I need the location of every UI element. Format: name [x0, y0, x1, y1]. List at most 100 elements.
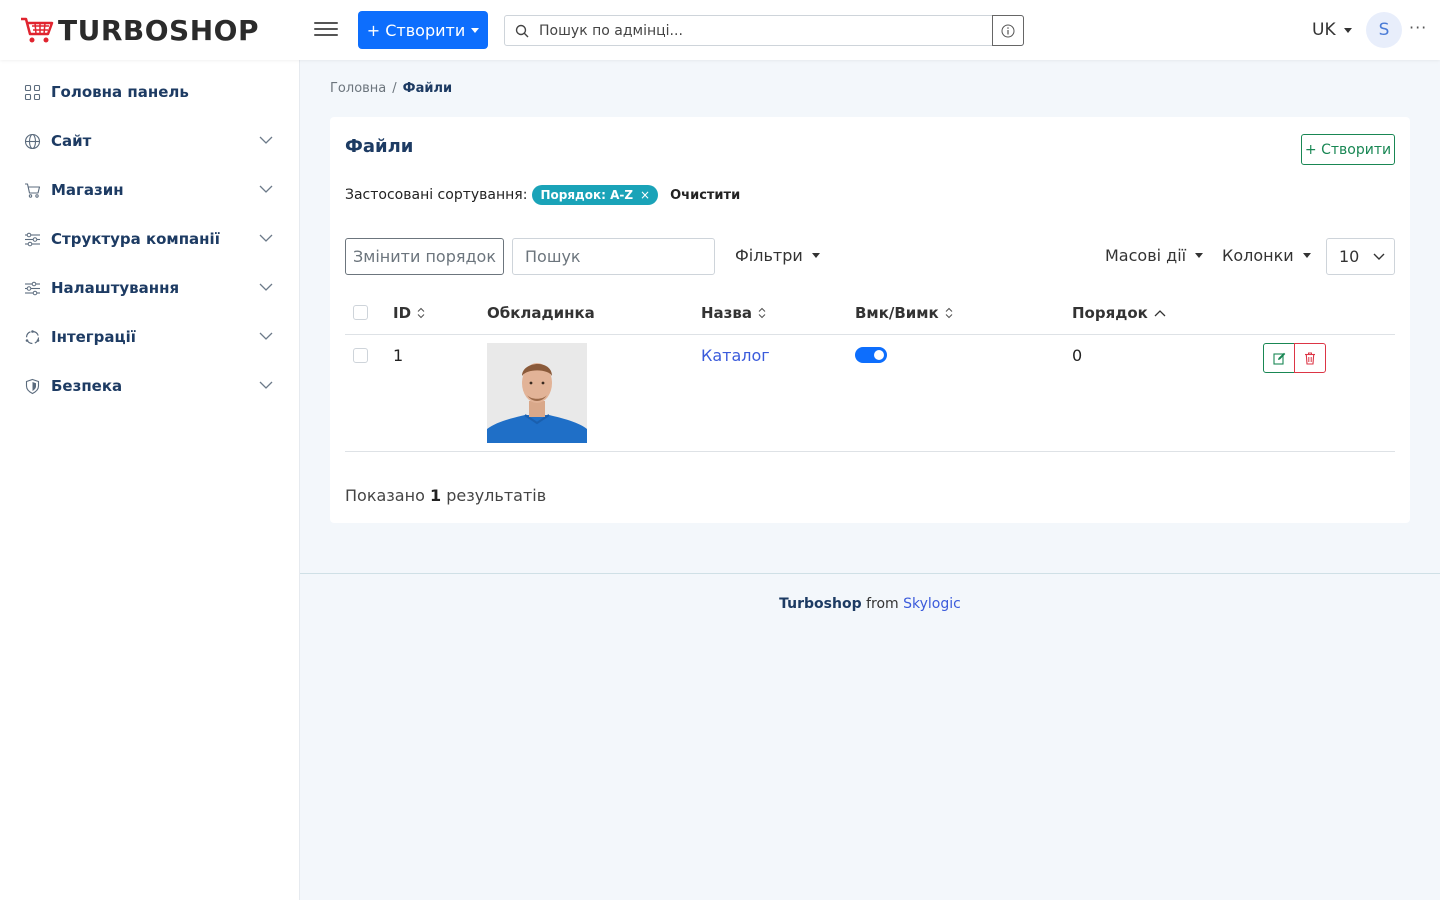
footer-brand: Turboshop	[779, 596, 862, 612]
column-header-label: Обкладинка	[487, 304, 595, 322]
language-label: UK	[1312, 20, 1336, 40]
column-header-enabled[interactable]: Вмк/Вимк	[855, 304, 953, 322]
footer: Turboshop from Skylogic	[300, 596, 1440, 612]
row-order: 0	[1072, 346, 1083, 365]
filters-label: Фільтри	[735, 246, 803, 265]
sidebar-item-label: Налаштування	[51, 279, 180, 297]
caret-down-icon	[1195, 253, 1204, 258]
files-card: Файли + Створити Застосовані сортування:…	[330, 117, 1410, 523]
column-header-label: ID	[393, 304, 412, 322]
breadcrumb-current: Файли	[402, 81, 453, 96]
bulk-actions-dropdown[interactable]: Масові дії	[1105, 246, 1204, 265]
column-header-id[interactable]: ID	[393, 304, 425, 322]
column-header-label: Вмк/Вимк	[855, 304, 939, 322]
caret-down-icon	[1302, 253, 1311, 258]
close-icon[interactable]: ×	[640, 188, 650, 202]
filters-dropdown[interactable]: Фільтри	[735, 246, 820, 265]
caret-down-icon	[1343, 27, 1352, 33]
sidebar-item-label: Головна панель	[51, 83, 189, 101]
cart-logo-icon	[21, 17, 54, 43]
chevron-down-icon	[259, 381, 273, 389]
footer-company-link[interactable]: Skylogic	[903, 596, 961, 612]
page-size-value: 10	[1339, 247, 1360, 266]
sort-icon	[758, 307, 766, 319]
menu-toggle-icon[interactable]	[314, 18, 338, 42]
integrations-icon	[25, 330, 40, 345]
search-icon	[505, 16, 539, 45]
user-avatar[interactable]: S	[1366, 12, 1402, 48]
clear-sorting-button[interactable]: Очистити	[670, 188, 740, 203]
sidebar-item-company-structure[interactable]: Структура компанії	[0, 221, 300, 257]
page-title: Файли	[345, 136, 414, 157]
more-options-icon[interactable]: ···	[1409, 18, 1427, 37]
sidebar-item-settings[interactable]: Налаштування	[0, 270, 300, 306]
sidebar-item-site[interactable]: Сайт	[0, 123, 300, 159]
column-header-name[interactable]: Назва	[701, 304, 766, 322]
sidebar-item-label: Інтеграції	[51, 328, 136, 346]
reorder-button[interactable]: Змінити порядок	[345, 238, 504, 275]
sort-icon	[417, 307, 425, 319]
settings-sliders-icon	[25, 281, 40, 296]
admin-search	[504, 15, 1024, 46]
cover-thumbnail[interactable]	[487, 343, 587, 443]
portrait-image	[487, 343, 587, 443]
sidebar: Головна панель Сайт Магазин Структура ко…	[0, 60, 300, 900]
chevron-down-icon	[259, 234, 273, 242]
sorting-label: Застосовані сортування:	[345, 187, 528, 203]
sort-chip: Порядок: A-Z ×	[532, 185, 659, 205]
results-prefix: Показано	[345, 486, 425, 505]
info-icon[interactable]	[992, 15, 1024, 46]
row-id: 1	[393, 346, 404, 365]
column-header-order[interactable]: Порядок	[1072, 304, 1166, 322]
page-size-select[interactable]: 10	[1326, 238, 1395, 275]
sort-icon	[945, 307, 953, 319]
create-file-button[interactable]: + Створити	[1301, 134, 1395, 165]
sidebar-item-integrations[interactable]: Інтеграції	[0, 319, 300, 355]
columns-dropdown[interactable]: Колонки	[1222, 246, 1311, 265]
results-summary: Показано 1 результатів	[345, 486, 546, 505]
column-header-cover: Обкладинка	[487, 304, 595, 322]
footer-from: from	[866, 596, 899, 612]
column-header-label: Порядок	[1072, 304, 1148, 322]
sidebar-item-dashboard[interactable]: Головна панель	[0, 74, 300, 110]
breadcrumb-home[interactable]: Головна	[330, 81, 386, 96]
admin-search-input[interactable]	[539, 16, 992, 45]
sort-chip-label: Порядок: A-Z	[540, 188, 634, 202]
turboshop-logo[interactable]: TURBOSHOP	[20, 13, 259, 47]
footer-divider	[300, 573, 1440, 574]
table-search-input[interactable]	[512, 238, 715, 275]
edit-icon	[1272, 352, 1285, 365]
edit-button[interactable]	[1263, 343, 1295, 373]
row-name-link[interactable]: Каталог	[701, 346, 770, 365]
shield-icon	[25, 378, 40, 395]
delete-button[interactable]	[1294, 343, 1326, 373]
columns-label: Колонки	[1222, 246, 1294, 265]
cart-icon	[25, 183, 41, 198]
results-suffix: результатів	[446, 486, 547, 505]
sidebar-item-label: Структура компанії	[51, 230, 220, 248]
bulk-actions-label: Масові дії	[1105, 246, 1187, 265]
chevron-down-icon	[259, 136, 273, 144]
trash-icon	[1305, 352, 1315, 365]
applied-sorting: Застосовані сортування: Порядок: A-Z × О…	[345, 185, 740, 205]
breadcrumb: Головна / Файли	[330, 81, 452, 96]
enabled-toggle[interactable]	[855, 347, 887, 363]
sidebar-item-shop[interactable]: Магазин	[0, 172, 300, 208]
create-button-label: + Створити	[366, 20, 466, 40]
column-header-label: Назва	[701, 304, 753, 322]
sidebar-item-label: Магазин	[51, 181, 124, 199]
caret-down-icon	[811, 253, 820, 258]
sliders-icon	[25, 232, 40, 247]
logo-text: TURBOSHOP	[58, 13, 259, 47]
select-all-checkbox[interactable]	[353, 305, 368, 320]
row-checkbox[interactable]	[353, 348, 368, 363]
breadcrumb-separator: /	[392, 81, 397, 96]
create-dropdown-button[interactable]: + Створити	[358, 11, 488, 49]
sidebar-item-label: Безпека	[51, 377, 123, 395]
caret-down-icon	[471, 27, 480, 33]
table-header-divider	[345, 334, 1395, 335]
sidebar-item-security[interactable]: Безпека	[0, 368, 300, 404]
language-dropdown[interactable]: UK	[1312, 20, 1352, 40]
table-row-divider	[345, 451, 1395, 452]
sidebar-item-label: Сайт	[51, 132, 92, 150]
